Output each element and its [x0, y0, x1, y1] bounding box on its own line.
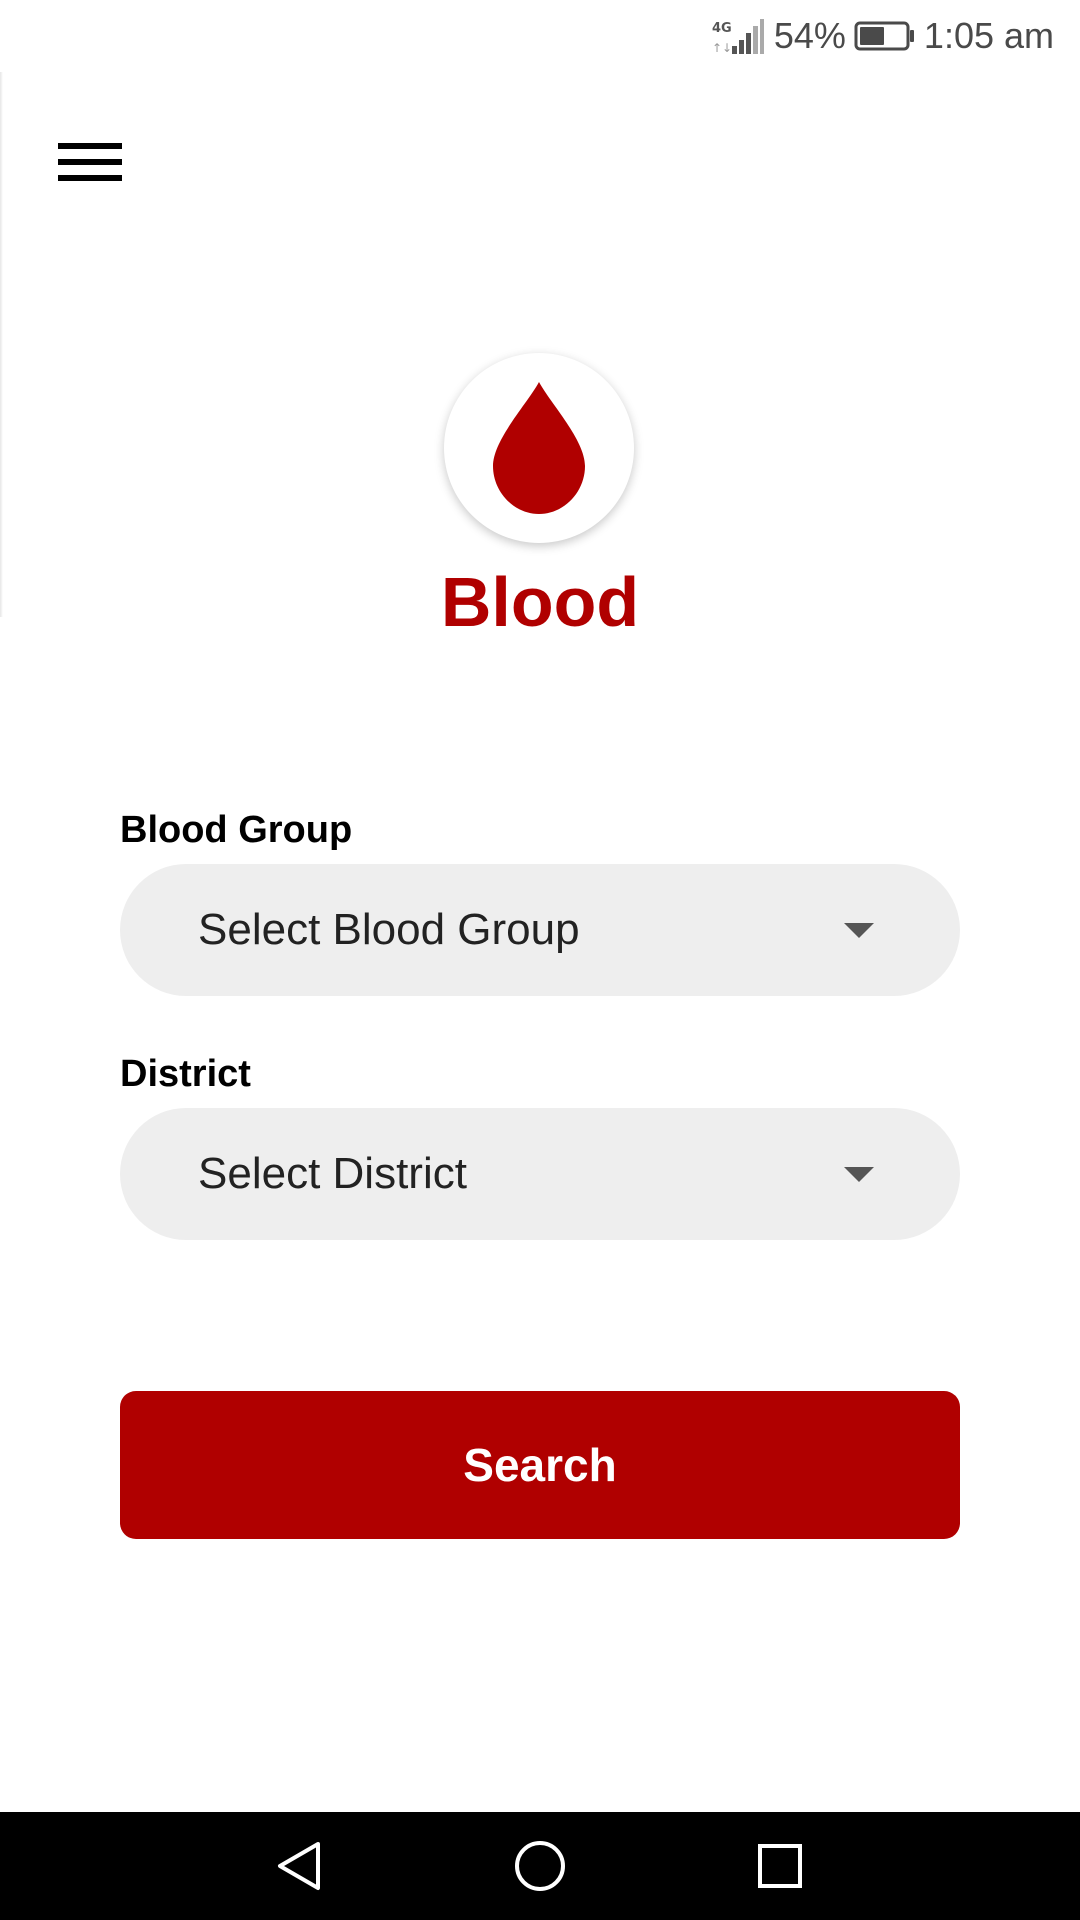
logo [444, 353, 634, 543]
district-value: Select District [198, 1149, 467, 1198]
search-button[interactable]: Search [120, 1391, 960, 1539]
signal-4g-icon: 4G ↑↓ [710, 16, 766, 56]
district-label: District [120, 1053, 251, 1095]
chevron-down-icon [844, 1166, 874, 1182]
status-icons: 4G ↑↓ 54% 1:05 am [710, 0, 1054, 72]
chevron-down-icon [844, 922, 874, 938]
back-icon[interactable] [240, 1812, 360, 1920]
drawer-edge [0, 72, 3, 617]
recent-apps-icon[interactable] [720, 1812, 840, 1920]
page-title: Blood [440, 563, 640, 641]
app-screen: Blood Blood Group Select Blood Group Dis… [0, 72, 1080, 1812]
home-icon[interactable] [480, 1812, 600, 1920]
blood-group-value: Select Blood Group [198, 905, 580, 954]
navigation-bar [0, 1812, 1080, 1920]
svg-text:↑↓: ↑↓ [712, 41, 732, 55]
blood-group-select[interactable]: Select Blood Group [120, 864, 960, 996]
battery-percent: 54% [773, 15, 846, 56]
blood-drop-icon [493, 382, 585, 514]
clock: 1:05 am [923, 15, 1054, 56]
status-bar: 4G ↑↓ 54% 1:05 am [0, 0, 1080, 72]
svg-text:4G: 4G [712, 21, 732, 36]
hamburger-menu-icon[interactable] [40, 122, 140, 202]
blood-group-label: Blood Group [120, 809, 353, 851]
district-select[interactable]: Select District [120, 1108, 960, 1240]
battery-icon [854, 20, 916, 52]
